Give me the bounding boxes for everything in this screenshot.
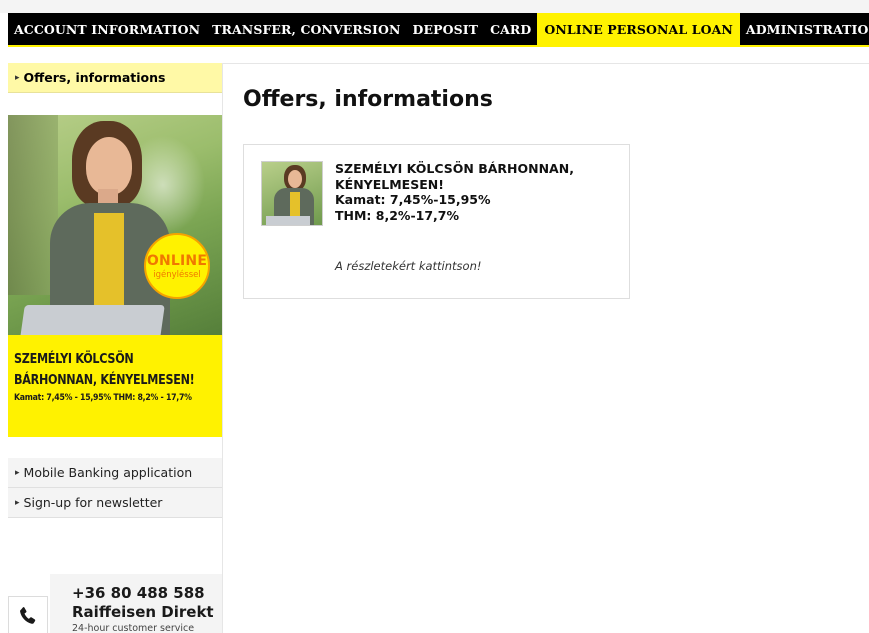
offer-title-line2: KÉNYELMESEN! — [335, 176, 444, 192]
sidebar-divider — [222, 63, 223, 633]
phone-icon-svg — [20, 607, 36, 624]
chevron-right-icon: ▸ — [15, 467, 20, 478]
content-top-border — [223, 63, 869, 64]
chevron-right-icon: ▸ — [15, 72, 20, 83]
sidebar: ▸ Offers, informations ONLINE igénylésse… — [8, 63, 222, 633]
offer-thumbnail[interactable] — [261, 161, 323, 226]
contact-subtitle: 24-hour customer service — [72, 623, 195, 633]
main-navigation: ACCOUNT INFORMATION TRANSFER, CONVERSION… — [8, 13, 869, 45]
offer-interest-rate: Kamat: 7,45%-15,95% — [335, 192, 491, 207]
nav-online-personal-loan[interactable]: ONLINE PERSONAL LOAN — [537, 13, 740, 45]
offer-card[interactable]: SZEMÉLYI KÖLCSÖN BÁRHONNAN, KÉNYELMESEN!… — [243, 144, 630, 299]
contact-phone-number[interactable]: +36 80 488 588 — [72, 584, 205, 602]
nav-administration[interactable]: ADMINISTRATION — [740, 13, 869, 45]
contact-name: Raiffeisen Direkt — [72, 603, 214, 621]
promo-title-line1: SZEMÉLYI KÖLCSÖN — [14, 351, 134, 367]
sidebar-item-mobile-banking[interactable]: ▸ Mobile Banking application — [8, 458, 222, 488]
sidebar-item-offers-informations[interactable]: ▸ Offers, informations — [8, 63, 222, 93]
nav-account-information[interactable]: ACCOUNT INFORMATION — [8, 13, 206, 45]
badge-sub-text: igényléssel — [153, 269, 201, 280]
badge-main-text: ONLINE — [146, 252, 208, 269]
phone-icon — [8, 596, 48, 633]
offer-title-line1: SZEMÉLYI KÖLCSÖN BÁRHONNAN, — [335, 161, 574, 176]
chevron-right-icon: ▸ — [15, 497, 20, 508]
promo-rates: Kamat: 7,45% - 15,95% THM: 8,2% - 17,7% — [14, 393, 192, 403]
nav-card[interactable]: CARD — [484, 13, 537, 45]
sidebar-item-label: Sign-up for newsletter — [23, 495, 163, 510]
loan-promo-banner[interactable]: ONLINE igényléssel SZEMÉLYI KÖLCSÖN BÁRH… — [8, 115, 222, 437]
promo-title-line2: BÁRHONNAN, KÉNYELMESEN! — [14, 372, 195, 388]
offer-details-link[interactable]: A részletekért kattintson! — [335, 259, 481, 273]
contact-box: +36 80 488 588 Raiffeisen Direkt 24-hour… — [8, 574, 222, 633]
promo-text-panel: SZEMÉLYI KÖLCSÖN BÁRHONNAN, KÉNYELMESEN!… — [8, 335, 222, 437]
page-title: Offers, informations — [243, 87, 493, 112]
top-strip — [0, 0, 869, 13]
promo-photo: ONLINE igényléssel — [8, 115, 222, 353]
nav-active-underline — [8, 45, 869, 47]
nav-deposit[interactable]: DEPOSIT — [407, 13, 485, 45]
sidebar-links: ▸ Mobile Banking application ▸ Sign-up f… — [8, 458, 222, 518]
sidebar-item-label: Mobile Banking application — [23, 465, 193, 480]
sidebar-item-newsletter[interactable]: ▸ Sign-up for newsletter — [8, 488, 222, 518]
offer-thm-rate: THM: 8,2%-17,7% — [335, 207, 459, 223]
promo-face-shape — [86, 137, 132, 195]
thumb-face-shape — [288, 170, 302, 188]
online-badge: ONLINE igényléssel — [144, 233, 210, 299]
sidebar-item-label: Offers, informations — [23, 70, 166, 85]
offer-description: SZEMÉLYI KÖLCSÖN BÁRHONNAN, KÉNYELMESEN!… — [335, 161, 620, 223]
nav-transfer-conversion[interactable]: TRANSFER, CONVERSION — [206, 13, 406, 45]
thumb-laptop-shape — [266, 216, 310, 225]
